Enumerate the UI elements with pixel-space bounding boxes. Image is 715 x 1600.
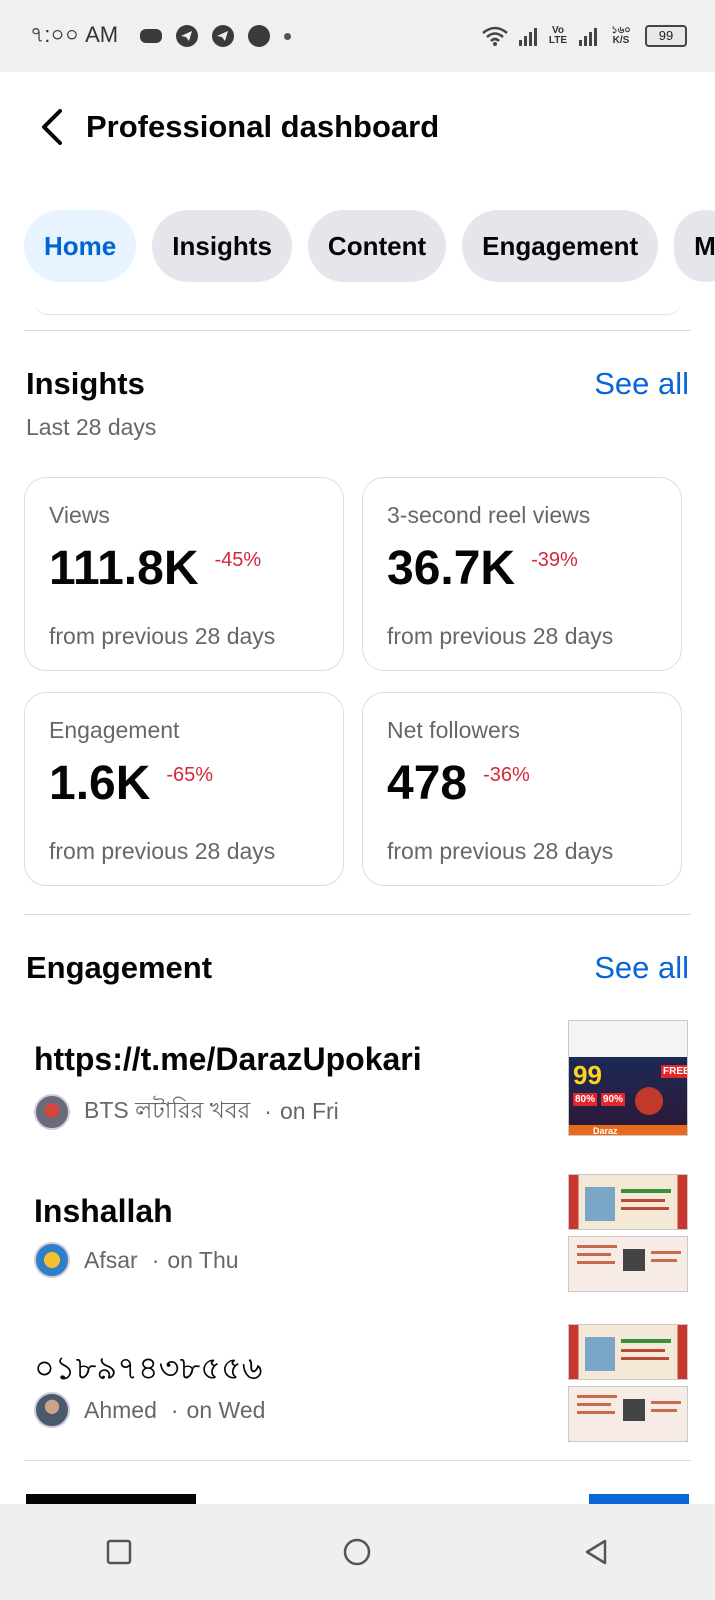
insight-card-net-followers[interactable]: Net followers 478 -36% from previous 28 … bbox=[362, 692, 682, 886]
post-thumbnail: 99 FREE 80% 90% Daraz bbox=[568, 1020, 688, 1136]
post-thumbnail bbox=[568, 1324, 688, 1380]
status-bar: ৭:০০ AM Vo LTE ১৬০ K/S 99 bbox=[0, 0, 715, 72]
page-title: Professional dashboard bbox=[86, 109, 440, 144]
previous-card-edge bbox=[34, 300, 681, 315]
page-header: Professional dashboard bbox=[0, 72, 715, 182]
thumb-discount: 80% bbox=[573, 1093, 598, 1106]
notification-dot-icon bbox=[284, 32, 292, 40]
post-meta: BTS লটারির খবর · on Fri bbox=[34, 1092, 339, 1131]
insights-date-range: Last 28 days bbox=[26, 414, 157, 440]
insights-see-all-link[interactable]: See all bbox=[594, 366, 689, 402]
insights-section-title: Insights bbox=[26, 366, 145, 401]
triangle-back-icon bbox=[585, 1539, 607, 1565]
thumb-free-tag: FREE bbox=[661, 1065, 687, 1078]
chat-bubble-icon bbox=[248, 25, 271, 47]
card-value: 111.8K bbox=[49, 542, 199, 595]
post-thumbnail bbox=[568, 1236, 688, 1292]
tab-home[interactable]: Home bbox=[24, 210, 137, 282]
post-thumbnail bbox=[568, 1174, 688, 1230]
post-meta: Ahmed · on Wed bbox=[34, 1392, 265, 1428]
post-title: ০১৮৯৭৪৩৮৫৫৬ bbox=[34, 1350, 263, 1386]
signal-strength-icon bbox=[519, 26, 537, 46]
tab-bar: Home Insights Content Engagement M bbox=[0, 200, 715, 290]
telegram-icon bbox=[176, 25, 199, 47]
engagement-section-title: Engagement bbox=[26, 950, 213, 985]
post-time: on Thu bbox=[167, 1246, 239, 1273]
engagement-post[interactable]: https://t.me/DarazUpokari BTS লটারির খবর… bbox=[0, 1020, 715, 1140]
thumb-discount: 90% bbox=[601, 1093, 626, 1106]
recent-apps-button[interactable] bbox=[79, 1522, 159, 1582]
thumb-brand: Daraz bbox=[593, 1126, 618, 1136]
engagement-see-all-link[interactable]: See all bbox=[594, 950, 689, 986]
card-value: 36.7K bbox=[387, 542, 516, 595]
section-divider bbox=[24, 330, 691, 331]
card-change: -36% bbox=[483, 764, 530, 786]
post-meta: Afsar · on Thu bbox=[34, 1242, 239, 1278]
tab-more[interactable]: M bbox=[674, 210, 715, 282]
card-label: Engagement bbox=[49, 717, 180, 743]
tab-content[interactable]: Content bbox=[307, 210, 447, 282]
card-label: Net followers bbox=[387, 717, 520, 743]
back-nav-button[interactable] bbox=[556, 1522, 636, 1582]
thumb-price: 99 bbox=[573, 1060, 602, 1090]
next-section-peek bbox=[26, 1494, 326, 1504]
post-thumbnail bbox=[568, 1386, 688, 1442]
post-author: Afsar bbox=[84, 1246, 138, 1273]
tab-engagement[interactable]: Engagement bbox=[462, 210, 659, 282]
insight-card-reel-views[interactable]: 3-second reel views 36.7K -39% from prev… bbox=[362, 477, 682, 671]
network-speed-label: ১৬০ K/S bbox=[611, 25, 631, 46]
avatar bbox=[34, 1392, 70, 1428]
square-icon bbox=[106, 1539, 132, 1565]
post-time: on Wed bbox=[186, 1396, 266, 1423]
card-label: Views bbox=[49, 502, 110, 528]
system-navigation-bar bbox=[0, 1504, 715, 1600]
card-footnote: from previous 28 days bbox=[387, 838, 614, 864]
home-button[interactable] bbox=[317, 1522, 397, 1582]
status-time: ৭:০০ AM bbox=[30, 21, 119, 47]
card-footnote: from previous 28 days bbox=[387, 623, 614, 649]
card-footnote: from previous 28 days bbox=[49, 838, 276, 864]
card-value: 478 bbox=[387, 757, 468, 810]
engagement-post[interactable]: Inshallah Afsar · on Thu bbox=[0, 1170, 715, 1300]
insight-card-views[interactable]: Views 111.8K -45% from previous 28 days bbox=[24, 477, 344, 671]
signal-strength-icon bbox=[579, 26, 597, 46]
avatar bbox=[34, 1242, 70, 1278]
section-divider bbox=[24, 1460, 691, 1461]
card-value: 1.6K bbox=[49, 757, 151, 810]
game-controller-icon bbox=[140, 29, 163, 43]
card-label: 3-second reel views bbox=[387, 502, 591, 528]
card-change: -45% bbox=[214, 549, 262, 571]
back-button[interactable] bbox=[22, 97, 82, 157]
card-change: -65% bbox=[166, 764, 214, 786]
insight-card-engagement[interactable]: Engagement 1.6K -65% from previous 28 da… bbox=[24, 692, 344, 886]
post-time: on Fri bbox=[279, 1098, 339, 1124]
post-author: Ahmed bbox=[84, 1396, 157, 1423]
tab-insights[interactable]: Insights bbox=[152, 210, 292, 282]
section-divider bbox=[24, 914, 691, 915]
next-section-link-peek bbox=[589, 1494, 689, 1504]
back-arrow-icon bbox=[42, 109, 62, 145]
card-change: -39% bbox=[531, 549, 578, 571]
post-title: https://t.me/DarazUpokari bbox=[34, 1041, 422, 1077]
post-title: Inshallah bbox=[34, 1193, 173, 1229]
network-type-label: Vo LTE bbox=[548, 25, 568, 46]
post-author: BTS লটারির খবর bbox=[84, 1097, 251, 1123]
battery-indicator: 99 bbox=[645, 25, 687, 47]
card-footnote: from previous 28 days bbox=[49, 623, 276, 649]
avatar bbox=[34, 1093, 70, 1130]
circle-icon bbox=[344, 1538, 371, 1566]
engagement-post[interactable]: ০১৮৯৭৪৩৮৫৫৬ Ahmed · on Wed bbox=[0, 1320, 715, 1450]
telegram-icon bbox=[212, 25, 235, 47]
wifi-icon bbox=[482, 26, 508, 46]
